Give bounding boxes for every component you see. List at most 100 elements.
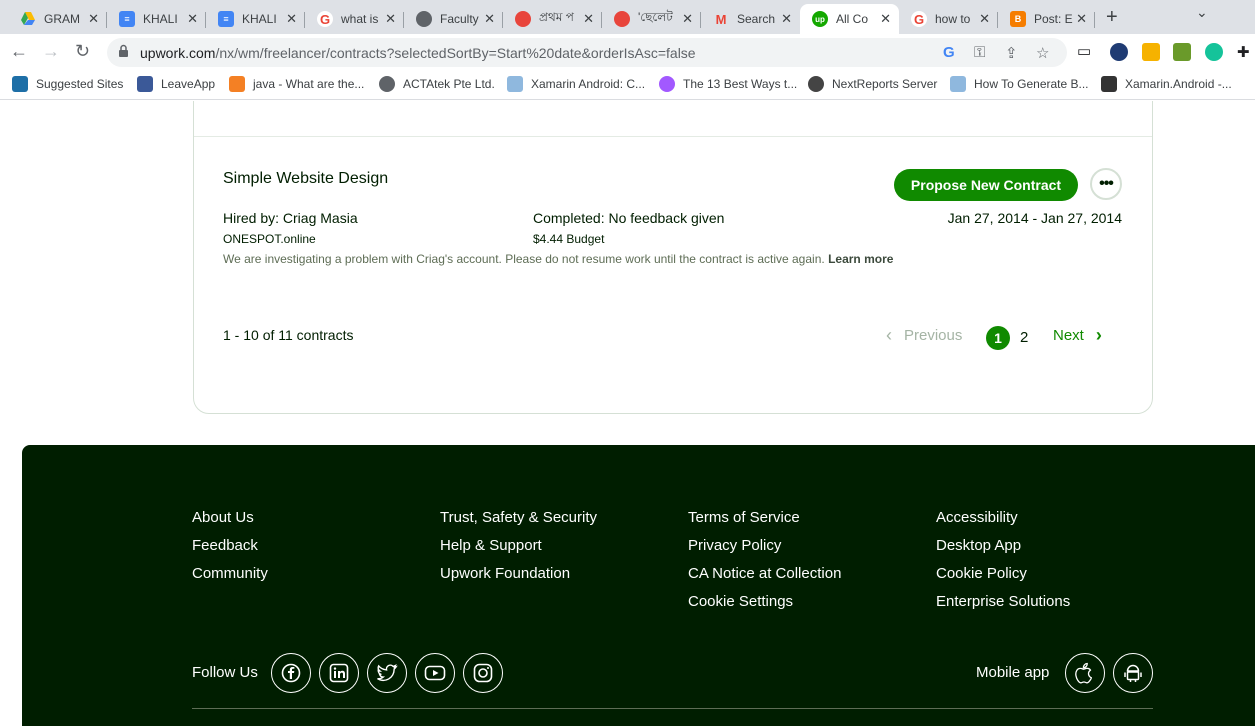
footer-link-cookie-policy[interactable]: Cookie Policy: [936, 562, 1070, 590]
bookmark-item[interactable]: java - What are the...: [229, 76, 364, 92]
tab-0[interactable]: GRAM ✕: [8, 4, 107, 34]
footer-link-cookie-settings[interactable]: Cookie Settings: [688, 590, 841, 618]
browser-toolbar: ← → ↻ upwork.com/nx/wm/freelancer/contra…: [0, 34, 1255, 70]
tab-1[interactable]: ≡ KHALI ✕: [107, 4, 206, 34]
footer-link-community[interactable]: Community: [192, 562, 268, 590]
back-arrow-icon[interactable]: ←: [10, 41, 28, 62]
new-tab-icon[interactable]: +: [1106, 6, 1118, 29]
footer-link-feedback[interactable]: Feedback: [192, 534, 268, 562]
tab-6[interactable]: 'ছেলেট ✕: [602, 4, 701, 34]
bookmark-item[interactable]: LeaveApp: [137, 76, 215, 92]
tab-4[interactable]: Faculty ✕: [404, 4, 503, 34]
learn-more-link[interactable]: Learn more: [828, 252, 893, 266]
tab-title: how to: [935, 12, 971, 26]
instagram-button[interactable]: [463, 653, 503, 693]
tab-8-active[interactable]: up All Co ✕: [800, 4, 899, 34]
address-bar[interactable]: upwork.com/nx/wm/freelancer/contracts?se…: [107, 38, 1067, 67]
previous-page-button[interactable]: ‹ Previous: [886, 325, 962, 346]
instagram-icon: [473, 663, 493, 683]
notice-text: We are investigating a problem with Cria…: [223, 252, 825, 266]
close-tab-icon[interactable]: ✕: [286, 11, 297, 27]
bookmark-item[interactable]: NextReports Server: [808, 76, 937, 92]
footer-link-help-support[interactable]: Help & Support: [440, 534, 597, 562]
footer-link-upwork-foundation[interactable]: Upwork Foundation: [440, 562, 597, 590]
bookmark-icon: [137, 76, 153, 92]
google-docs-icon: ≡: [119, 11, 135, 27]
bookmark-item[interactable]: Xamarin.Android -...: [1101, 76, 1232, 92]
tab-2[interactable]: ≡ KHALI ✕: [206, 4, 305, 34]
bookmark-item[interactable]: Suggested Sites: [12, 76, 123, 92]
blogger-icon: B: [1010, 11, 1026, 27]
google-lens-icon[interactable]: G: [943, 44, 955, 61]
tab-10[interactable]: B Post: E ✕: [998, 4, 1095, 34]
flower-icon: [515, 11, 531, 27]
tab-5[interactable]: প্রথম প ✕: [503, 4, 602, 34]
close-tab-icon[interactable]: ✕: [385, 11, 396, 27]
twitter-button[interactable]: [367, 653, 407, 693]
linkedin-button[interactable]: [319, 653, 359, 693]
bookmark-icon: [507, 76, 523, 92]
footer-link-desktop-app[interactable]: Desktop App: [936, 534, 1070, 562]
tab-3[interactable]: G what is ✕: [305, 4, 404, 34]
footer-link-enterprise[interactable]: Enterprise Solutions: [936, 590, 1070, 618]
puzzle-icon[interactable]: ✚: [1237, 43, 1255, 61]
bookmark-item[interactable]: How To Generate B...: [950, 76, 1089, 92]
page-2-button[interactable]: 2: [1020, 329, 1028, 346]
share-icon[interactable]: ⇪: [1005, 44, 1018, 62]
tab-title: what is: [341, 12, 379, 26]
extension-icon[interactable]: [1142, 43, 1160, 61]
tab-9[interactable]: G how to ✕: [899, 4, 998, 34]
chevron-down-icon[interactable]: ⌄: [1196, 4, 1208, 21]
tab-title: 'ছেলেট: [638, 10, 673, 24]
android-app-button[interactable]: [1113, 653, 1153, 693]
footer-link-accessibility[interactable]: Accessibility: [936, 506, 1070, 534]
reload-icon[interactable]: ↻: [75, 41, 90, 62]
bookmark-icon: [12, 76, 28, 92]
propose-new-contract-button[interactable]: Propose New Contract: [894, 169, 1078, 201]
footer-link-about-us[interactable]: About Us: [192, 506, 268, 534]
contract-dates: Jan 27, 2014 - Jan 27, 2014: [947, 210, 1122, 226]
extension-icon[interactable]: [1173, 43, 1191, 61]
tab-7[interactable]: M Search ✕: [701, 4, 800, 34]
more-options-button[interactable]: •••: [1090, 168, 1122, 200]
mobile-app-label: Mobile app: [976, 664, 1050, 681]
site-footer: About Us Feedback Community Trust, Safet…: [22, 445, 1255, 726]
footer-link-privacy[interactable]: Privacy Policy: [688, 534, 841, 562]
youtube-button[interactable]: [415, 653, 455, 693]
account-notice: We are investigating a problem with Cria…: [223, 252, 893, 266]
apple-app-button[interactable]: [1065, 653, 1105, 693]
close-tab-icon[interactable]: ✕: [880, 11, 891, 27]
next-page-button[interactable]: Next ›: [1053, 325, 1102, 346]
footer-link-ca-notice[interactable]: CA Notice at Collection: [688, 562, 841, 590]
bookmark-item[interactable]: Xamarin Android: C...: [507, 76, 645, 92]
bookmark-item[interactable]: The 13 Best Ways t...: [659, 76, 797, 92]
page-1-button[interactable]: 1: [986, 326, 1010, 350]
facebook-button[interactable]: [271, 653, 311, 693]
contract-status: Completed: No feedback given: [533, 210, 725, 226]
close-tab-icon[interactable]: ✕: [484, 11, 495, 27]
close-tab-icon[interactable]: ✕: [88, 11, 99, 27]
extension-icon[interactable]: [1110, 43, 1128, 61]
grammarly-icon[interactable]: [1205, 43, 1223, 61]
footer-link-trust-safety[interactable]: Trust, Safety & Security: [440, 506, 597, 534]
cast-icon[interactable]: ▭: [1077, 42, 1091, 60]
close-tab-icon[interactable]: ✕: [979, 11, 990, 27]
bookmark-star-icon[interactable]: ☆: [1036, 44, 1049, 62]
forward-arrow-icon[interactable]: →: [42, 41, 60, 62]
google-icon: G: [911, 11, 927, 27]
previous-label: Previous: [904, 327, 963, 344]
key-icon[interactable]: ⚿: [974, 44, 985, 61]
divider: [194, 136, 1152, 137]
close-tab-icon[interactable]: ✕: [1076, 11, 1087, 27]
lock-icon: [119, 44, 128, 57]
contract-title[interactable]: Simple Website Design: [223, 170, 388, 188]
close-tab-icon[interactable]: ✕: [187, 11, 198, 27]
close-tab-icon[interactable]: ✕: [583, 11, 594, 27]
chevron-left-icon: ‹: [886, 325, 892, 345]
close-tab-icon[interactable]: ✕: [781, 11, 792, 27]
contracts-count: 1 - 10 of 11 contracts: [223, 327, 354, 343]
bookmark-icon: [1101, 76, 1117, 92]
footer-link-terms[interactable]: Terms of Service: [688, 506, 841, 534]
close-tab-icon[interactable]: ✕: [682, 11, 693, 27]
bookmark-item[interactable]: ACTAtek Pte Ltd.: [379, 76, 495, 92]
